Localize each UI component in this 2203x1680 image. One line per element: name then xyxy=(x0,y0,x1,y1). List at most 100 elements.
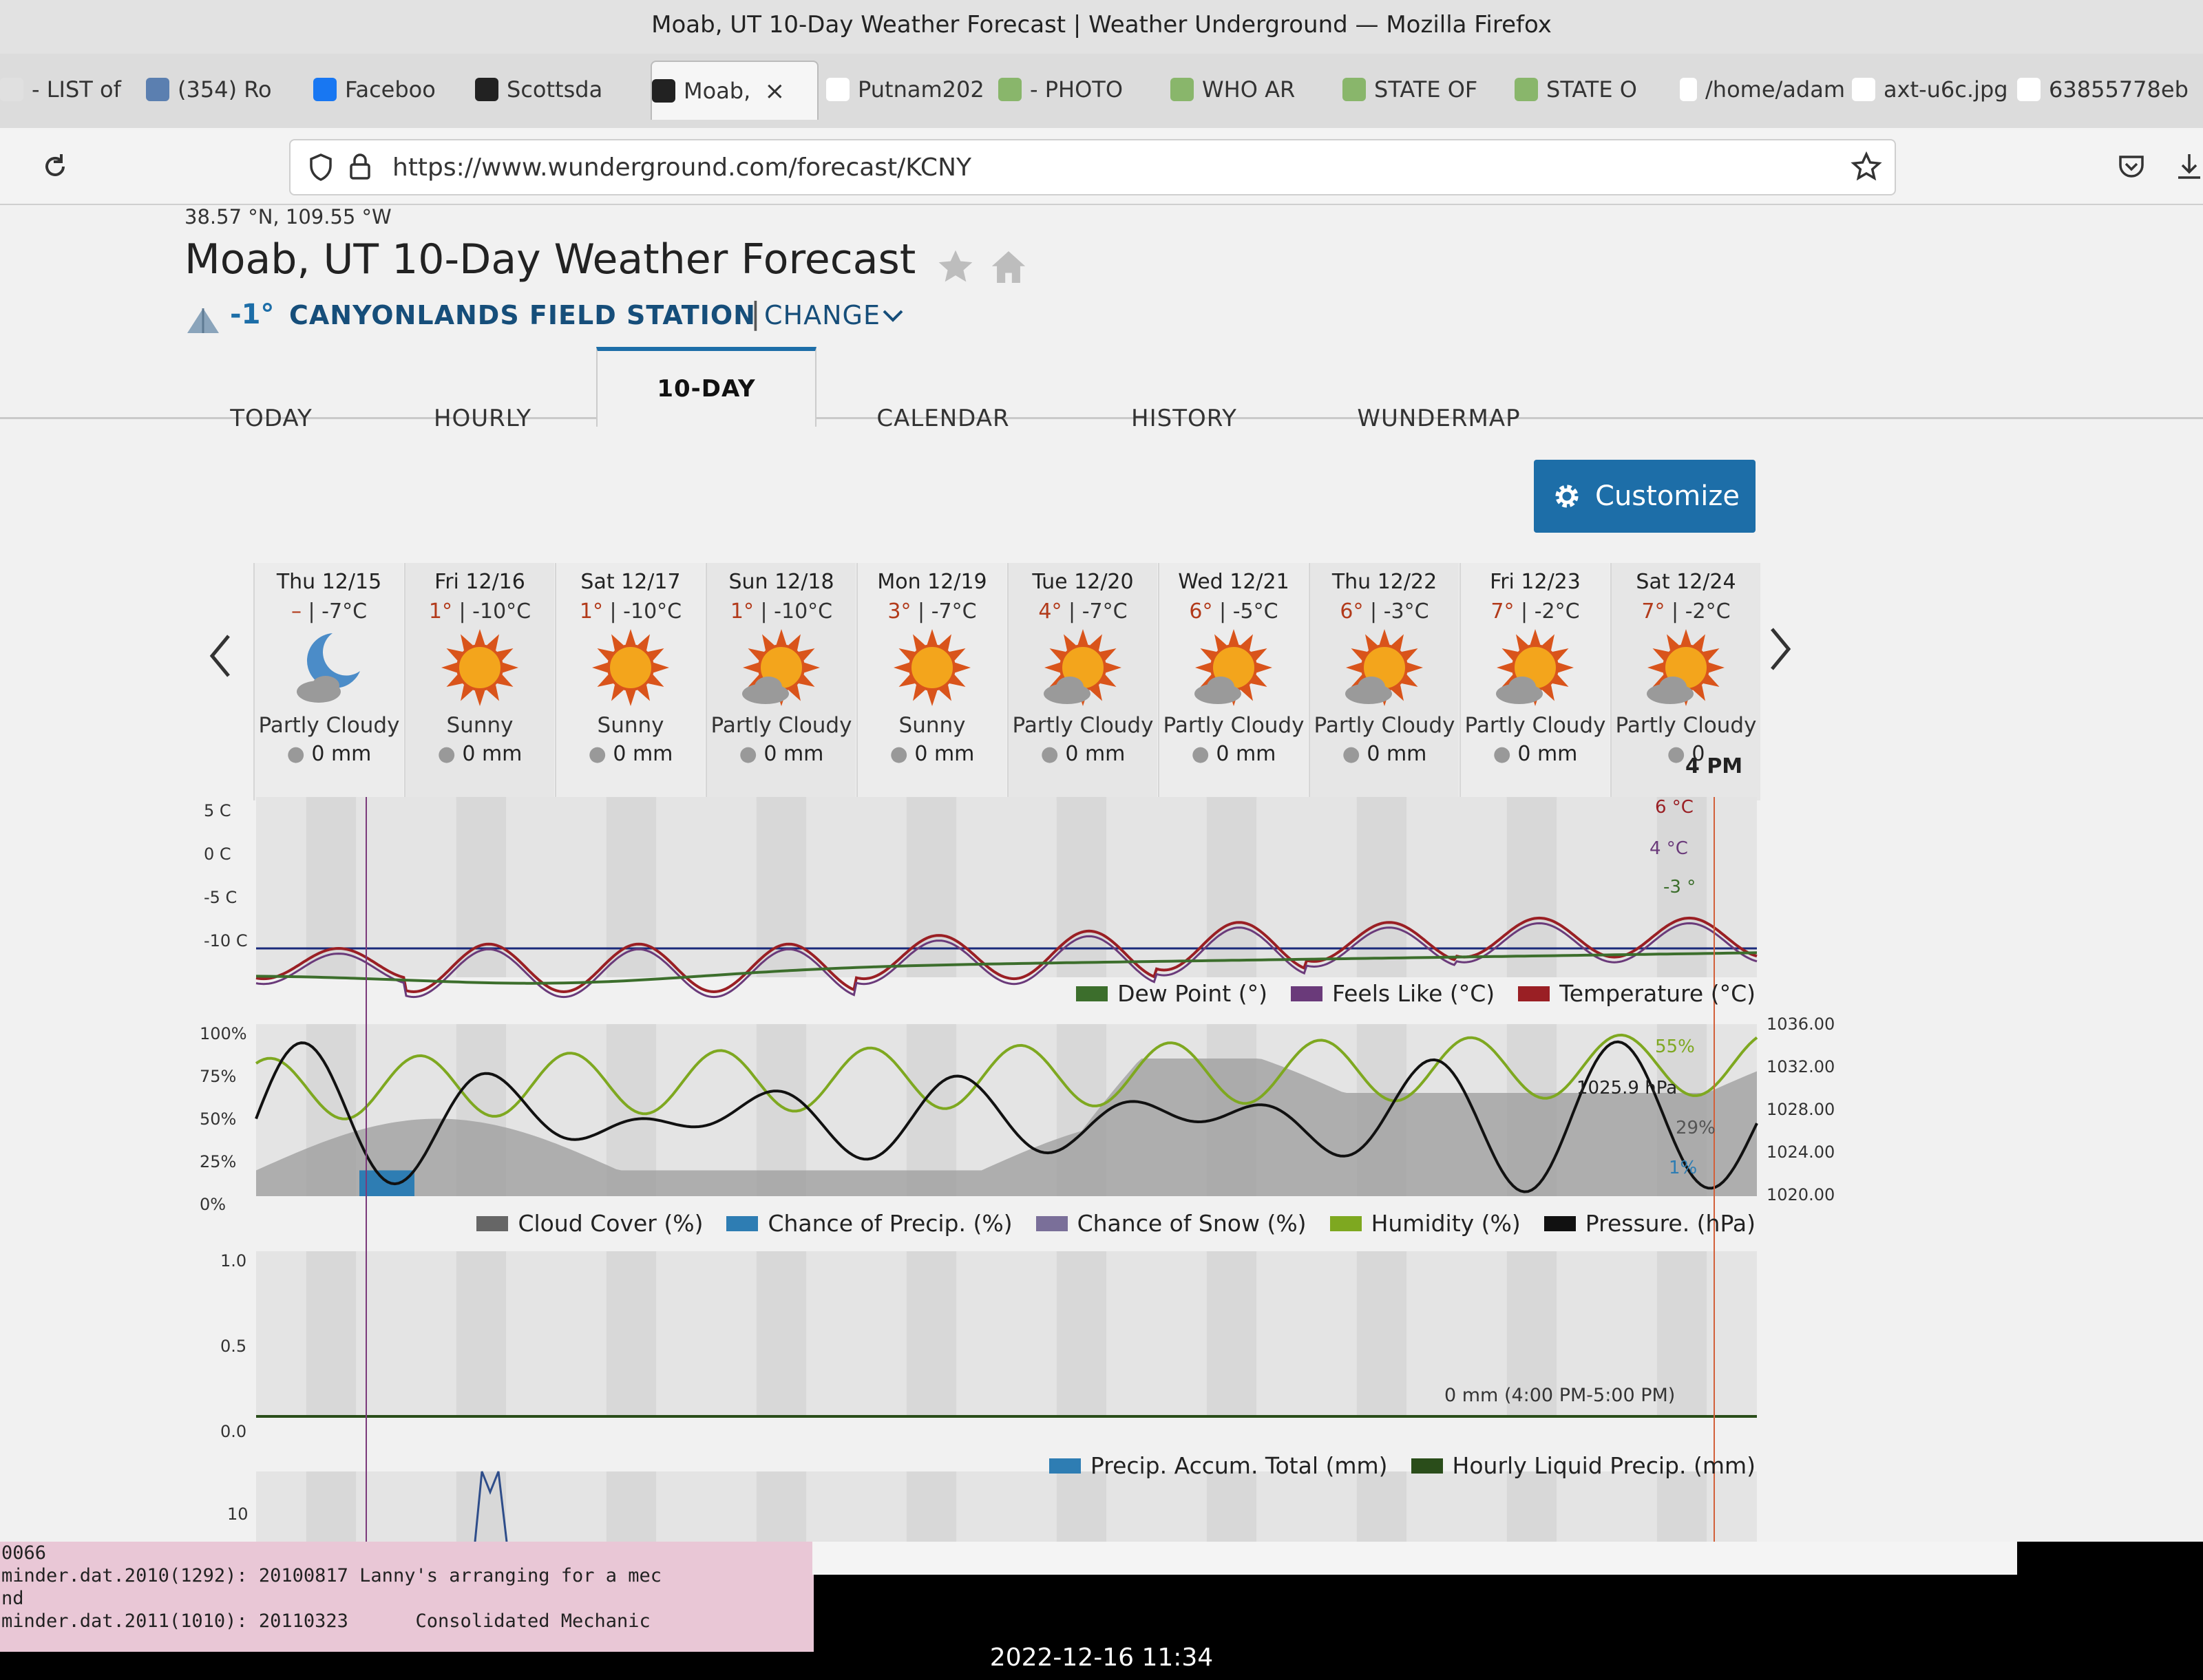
browser-tab-label: WHO AR xyxy=(1202,76,1296,103)
forecast-day[interactable]: Thu 12/22 6° | -3°C Partly Cloudy ● 0 mm xyxy=(1309,563,1459,800)
lock-icon[interactable] xyxy=(348,152,372,182)
forecast-day[interactable]: Wed 12/21 6° | -5°C Partly Cloudy ● 0 mm xyxy=(1158,563,1308,800)
browser-tab[interactable]: Scottsda xyxy=(475,61,644,118)
day-temps: 7° | -2°C xyxy=(1641,599,1731,624)
legend-label[interactable]: Pressure. (hPa) xyxy=(1585,1210,1756,1237)
forecast-day[interactable]: Sun 12/18 1° | -10°C Partly Cloudy ● 0 mm xyxy=(706,563,856,800)
forecast-day[interactable]: Fri 12/23 7° | -2°C Partly Cloudy ● 0 mm xyxy=(1459,563,1610,800)
browser-tab-label: STATE O xyxy=(1546,76,1637,103)
bookmark-star-icon[interactable] xyxy=(1851,151,1882,183)
customize-button[interactable]: Customize xyxy=(1534,460,1756,533)
browser-tab[interactable]: (354) Ro xyxy=(146,61,308,118)
browser-tab[interactable]: 63855778eb xyxy=(2017,61,2203,118)
terminal-line: 0066 xyxy=(1,1542,47,1564)
axis-tick-label: 25% xyxy=(200,1152,237,1171)
legend-label[interactable]: Hourly Liquid Precip. (mm) xyxy=(1453,1452,1756,1479)
tab-10-day[interactable]: 10-DAY xyxy=(596,347,816,427)
day-temps: 6° | -3°C xyxy=(1340,599,1429,624)
legend-swatch xyxy=(1290,986,1322,1001)
day-precip-value: 0 mm xyxy=(1517,742,1578,766)
tab-favicon-icon xyxy=(2017,78,2041,101)
day-high: 1° xyxy=(428,599,452,624)
day-date: Fri 12/16 xyxy=(434,570,525,594)
precip-chance-bar xyxy=(359,1170,414,1196)
close-tab-icon[interactable]: × xyxy=(764,77,785,105)
browser-tab[interactable]: Moab, × xyxy=(651,61,819,120)
day-precip: ● 0 mm xyxy=(1191,742,1276,766)
forecast-day[interactable]: Fri 12/16 1° | -10°C Sunny ● 0 mm xyxy=(404,563,554,800)
home-icon[interactable] xyxy=(989,248,1029,286)
chevron-right-icon[interactable] xyxy=(1767,625,1794,673)
forecast-charts[interactable] xyxy=(0,797,2203,1542)
legend-label[interactable]: Feels Like (°C) xyxy=(1332,980,1495,1007)
forecast-day[interactable]: Thu 12/15 – | -7°C Partly Cloudy ● 0 mm xyxy=(253,563,403,800)
legend-label[interactable]: Chance of Snow (%) xyxy=(1077,1210,1307,1237)
legend-label[interactable]: Precip. Accum. Total (mm) xyxy=(1090,1452,1388,1479)
legend-label[interactable]: Temperature (°C) xyxy=(1559,980,1756,1007)
axis-tick-label: 100% xyxy=(200,1024,247,1043)
legend-label[interactable]: Dew Point (°) xyxy=(1117,980,1267,1007)
favorite-star-icon[interactable] xyxy=(936,248,975,286)
browser-tab[interactable]: Putnam202 xyxy=(826,61,991,118)
tab-calendar[interactable]: CALENDAR xyxy=(847,377,1040,460)
browser-tab-label: - PHOTO xyxy=(1030,76,1123,103)
day-temps: 3° | -7°C xyxy=(887,599,977,624)
url-text[interactable]: https://www.wunderground.com/forecast/KC… xyxy=(392,153,971,182)
terminal-window: 0066 minder.dat.2010(1292): 20100817 Lann… xyxy=(0,1542,814,1652)
legend-label[interactable]: Chance of Precip. (%) xyxy=(768,1210,1012,1237)
browser-tab[interactable]: Faceboo xyxy=(313,61,468,118)
tab-favicon-icon xyxy=(998,78,1022,101)
chevron-down-icon[interactable] xyxy=(881,306,905,326)
reload-icon[interactable] xyxy=(40,151,70,182)
tab-wundermap[interactable]: WUNDERMAP xyxy=(1329,377,1549,460)
axis-tick-label: 55% xyxy=(1655,1036,1695,1057)
terminal-line: minder.dat.2011(1010): 20110323 Consolid… xyxy=(1,1610,651,1632)
forecast-day[interactable]: Mon 12/19 3° | -7°C Sunny ● 0 mm xyxy=(856,563,1006,800)
station-name[interactable]: CANYONLANDS FIELD STATION xyxy=(289,300,756,330)
day-low: -7°C xyxy=(931,599,977,624)
day-high: 6° xyxy=(1189,599,1213,624)
pocket-icon[interactable] xyxy=(2116,151,2147,182)
day-precip: ● 0 mm xyxy=(739,742,824,766)
day-temps: 7° | -2°C xyxy=(1490,599,1580,624)
day-date: Fri 12/23 xyxy=(1490,570,1581,594)
axis-tick-label: 0 mm (4:00 PM-5:00 PM) xyxy=(1444,1385,1676,1406)
legend-label[interactable]: Cloud Cover (%) xyxy=(518,1210,703,1237)
forecast-day[interactable]: Sat 12/17 1° | -10°C Sunny ● 0 mm xyxy=(555,563,705,800)
browser-tab[interactable]: - PHOTO xyxy=(998,61,1163,118)
day-high: 3° xyxy=(887,599,911,624)
browser-tab[interactable]: - LIST of xyxy=(0,61,141,118)
tab-favicon-icon xyxy=(1515,78,1538,101)
tab-today[interactable]: TODAY xyxy=(185,377,358,460)
forecast-day[interactable]: Tue 12/20 4° | -7°C Partly Cloudy ● 0 mm xyxy=(1007,563,1157,800)
day-temps: – | -7°C xyxy=(291,599,368,624)
url-bar[interactable]: https://www.wunderground.com/forecast/KC… xyxy=(289,139,1896,195)
day-precip-value: 0 mm xyxy=(1065,742,1126,766)
legend-swatch xyxy=(1543,1215,1576,1231)
day-precip: ● 0 mm xyxy=(889,742,975,766)
legend-label[interactable]: Humidity (%) xyxy=(1371,1210,1521,1237)
axis-tick-label: 1032.00 xyxy=(1767,1057,1835,1076)
sun-cloud-icon xyxy=(742,629,820,706)
day-condition: Partly Cloudy xyxy=(1464,713,1606,738)
chevron-left-icon[interactable] xyxy=(207,632,234,680)
browser-tab[interactable]: axt-u6c.jpg xyxy=(1852,61,2010,118)
day-precip-value: 0 mm xyxy=(1216,742,1276,766)
photo-timestamp: 2022-12-16 11:34 xyxy=(989,1644,1214,1672)
tab-hourly[interactable]: HOURLY xyxy=(392,377,573,460)
tab-history[interactable]: HISTORY xyxy=(1074,377,1294,460)
browser-tab[interactable]: /home/adam xyxy=(1680,61,1845,118)
legend-swatch xyxy=(726,1215,759,1231)
day-low: -3°C xyxy=(1383,599,1429,624)
browser-tab[interactable]: WHO AR xyxy=(1170,61,1336,118)
day-precip-value: 0 mm xyxy=(763,742,824,766)
browser-tab-label: (354) Ro xyxy=(178,76,272,103)
change-station-link[interactable]: CHANGE xyxy=(764,300,881,330)
browser-tab[interactable]: STATE O xyxy=(1515,61,1673,118)
browser-tab[interactable]: STATE OF xyxy=(1342,61,1508,118)
browser-tab-label: /home/adam xyxy=(1705,76,1845,103)
download-icon[interactable] xyxy=(2175,151,2203,182)
hover-time: 4 PM xyxy=(1685,754,1743,778)
day-condition: Sunny xyxy=(446,713,514,738)
shield-icon[interactable] xyxy=(307,152,335,182)
